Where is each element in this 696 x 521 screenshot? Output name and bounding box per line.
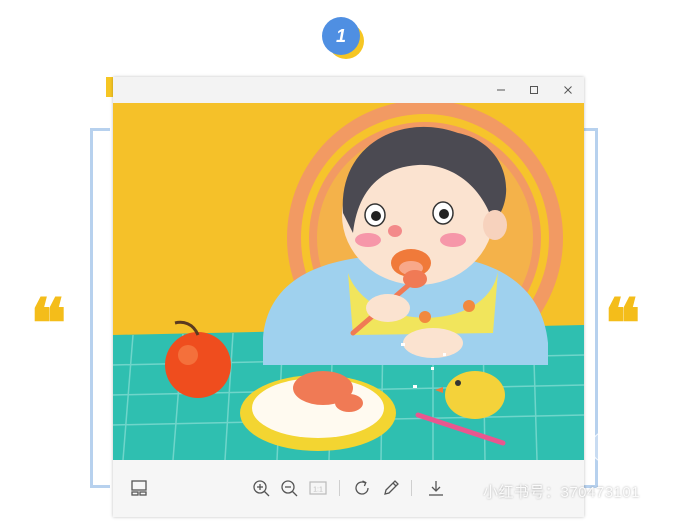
step-number-badge: 1 [322, 17, 370, 61]
watermark-logo: 小红书 [591, 431, 663, 463]
svg-text:1:1: 1:1 [313, 487, 323, 494]
download-button[interactable] [425, 477, 447, 499]
edit-button[interactable] [380, 477, 402, 499]
toolbar-separator [339, 480, 340, 496]
close-icon [564, 86, 572, 94]
zoom-in-button[interactable] [250, 477, 272, 499]
maximize-button[interactable] [522, 80, 546, 100]
zoom-out-button[interactable] [278, 477, 300, 499]
toolbar-separator [411, 480, 412, 496]
zoom-in-icon [253, 480, 270, 497]
image-viewer-window: 1:1 [113, 77, 584, 517]
open-quote-icon: ❝ [30, 284, 67, 364]
minimize-button[interactable] [489, 80, 513, 100]
watermark-id-text: 小红书号：370473101 [483, 484, 641, 501]
frame-left-bracket [90, 128, 110, 488]
actual-size-button[interactable]: 1:1 [307, 477, 329, 499]
zoom-out-icon [281, 480, 298, 497]
download-icon [429, 481, 443, 496]
close-button[interactable] [556, 80, 580, 100]
close-quote-icon: ❝ [604, 284, 641, 364]
title-bar [113, 77, 584, 103]
child-eating-illustration-icon [113, 103, 584, 460]
minimize-icon [497, 89, 505, 91]
displayed-image [113, 103, 584, 460]
rotate-button[interactable] [351, 477, 373, 499]
gallery-layout-button[interactable] [128, 477, 150, 499]
actual-size-icon: 1:1 [309, 481, 327, 495]
badge-number: 1 [322, 17, 360, 55]
gallery-layout-icon [131, 480, 147, 496]
maximize-icon [530, 86, 538, 94]
edit-pen-icon [384, 480, 399, 495]
rotate-icon [355, 480, 369, 495]
